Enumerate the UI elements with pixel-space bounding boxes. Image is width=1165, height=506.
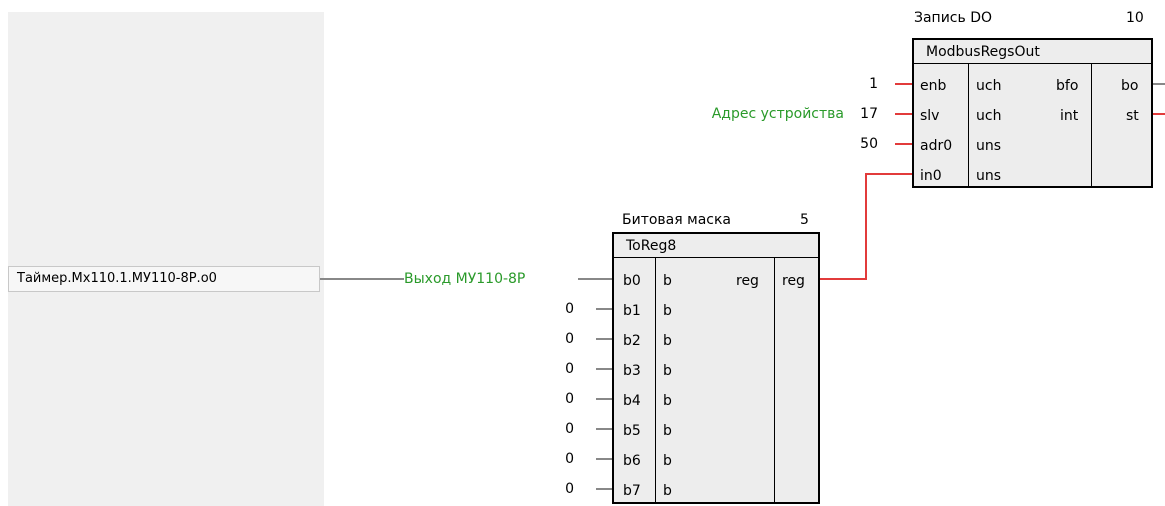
modbus-title: ModbusRegsOut (914, 40, 1151, 64)
toreg8-type-b5: b (663, 423, 672, 439)
toreg8-type-b0: b (663, 273, 672, 289)
modbus-type-enb: uch (976, 78, 1002, 94)
toreg8-port-b7: b7 (623, 483, 641, 499)
modbus-type-adr0: uns (976, 138, 1002, 154)
toreg8-port-b4: b4 (623, 393, 641, 409)
value-b6[interactable]: 0 (540, 444, 574, 474)
net-label-output-mu: Выход МУ110-8Р (404, 271, 526, 287)
modbus-caption: Запись DO (914, 10, 993, 26)
modbus-number: 10 (1126, 10, 1144, 26)
toreg8-output-label: reg (782, 273, 805, 289)
toreg8-port-b0: b0 (623, 273, 641, 289)
toreg8-divider-1 (655, 257, 656, 502)
modbus-port-adr0: adr0 (920, 138, 953, 154)
modbus-type-slv: uch (976, 108, 1002, 124)
value-b2[interactable]: 0 (540, 324, 574, 354)
value-b3[interactable]: 0 (540, 354, 574, 384)
toreg8-caption: Битовая маска (622, 212, 731, 228)
modbus-output-label-bo: bo (1121, 78, 1139, 94)
toreg8-output-name: reg (736, 273, 759, 289)
toreg8-number: 5 (800, 212, 809, 228)
value-b4[interactable]: 0 (540, 384, 574, 414)
value-b1[interactable]: 0 (540, 294, 574, 324)
modbus-output-label-st: st (1126, 108, 1139, 124)
value-slv[interactable]: 17 (846, 99, 878, 129)
toreg8-port-b3: b3 (623, 363, 641, 379)
value-b5[interactable]: 0 (540, 414, 574, 444)
value-b7[interactable]: 0 (540, 474, 574, 504)
toreg8-divider-2 (774, 257, 775, 502)
modbus-divider-2 (1091, 63, 1092, 186)
modbus-port-enb: enb (920, 78, 947, 94)
value-adr0[interactable]: 50 (840, 129, 878, 159)
modbus-regs-out-block[interactable]: ModbusRegsOut enb slv adr0 in0 uch uch u… (912, 38, 1153, 188)
value-enb[interactable]: 1 (840, 69, 878, 99)
toreg8-type-b4: b (663, 393, 672, 409)
modbus-port-slv: slv (920, 108, 940, 124)
toreg8-port-b6: b6 (623, 453, 641, 469)
modbus-output-int: int (1060, 108, 1079, 124)
toreg8-port-b2: b2 (623, 333, 641, 349)
wire-reg-to-in0 (818, 173, 913, 280)
toreg8-type-b1: b (663, 303, 672, 319)
toreg8-type-b7: b (663, 483, 672, 499)
toreg8-type-b3: b (663, 363, 672, 379)
modbus-divider-1 (968, 63, 969, 186)
modbus-output-bfo: bfo (1056, 78, 1079, 94)
toreg8-title: ToReg8 (614, 234, 818, 258)
label-device-address: Адрес устройства (711, 106, 844, 122)
toreg8-type-b6: b (663, 453, 672, 469)
toreg8-type-b2: b (663, 333, 672, 349)
toreg8-block[interactable]: ToReg8 b0 b1 b2 b3 b4 b5 b6 b7 b b b b b… (612, 232, 820, 504)
toreg8-port-b1: b1 (623, 303, 641, 319)
toreg8-port-b5: b5 (623, 423, 641, 439)
modbus-port-in0: in0 (920, 168, 942, 184)
modbus-type-in0: uns (976, 168, 1002, 184)
